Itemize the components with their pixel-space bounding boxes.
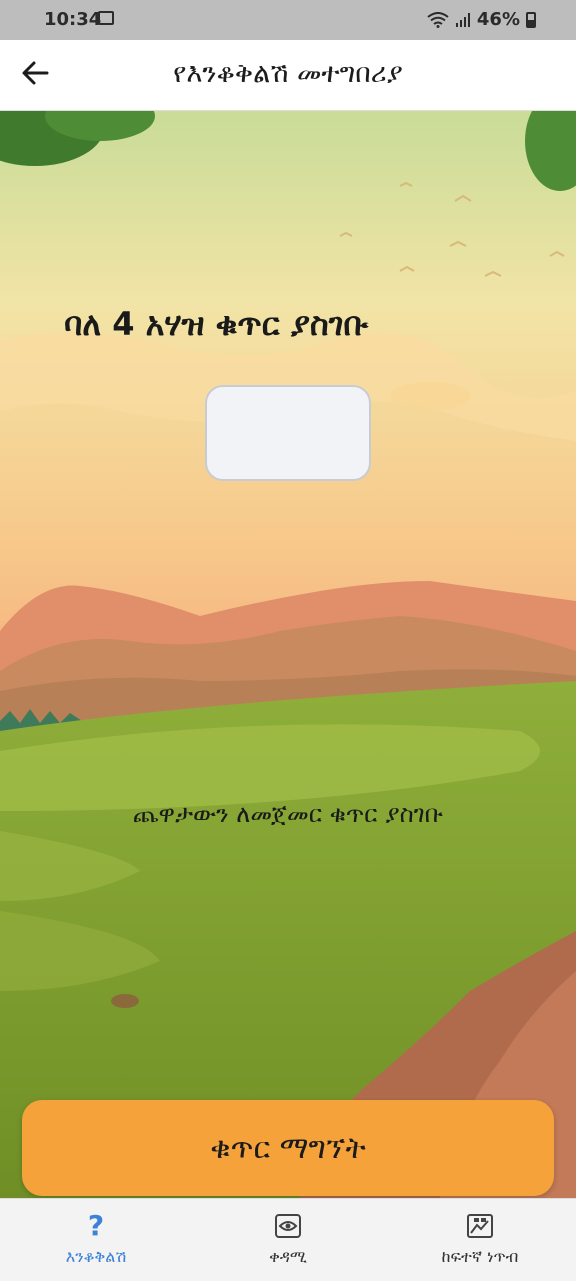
start-hint: ጨዋታውን ለመጀመር ቁጥር ያስገቡ: [132, 800, 444, 828]
bottom-nav: ? እንቆቅልሽ ቀዳሚ ከፍተኛ ነጥብ: [0, 1198, 576, 1281]
battery-percent: 46%: [476, 9, 520, 30]
app-bar: የእንቆቅልሽ መተግበሪያ: [0, 40, 576, 111]
page-title: የእንቆቅልሽ መተግበሪያ: [173, 58, 403, 89]
nav-label: እንቆቅልሽ: [65, 1247, 127, 1266]
nav-item-riddle[interactable]: ? እንቆቅልሽ: [0, 1199, 192, 1281]
status-bar: 10:34 46%: [0, 0, 576, 40]
nav-label: ከፍተኛ ነጥብ: [441, 1247, 519, 1266]
scoreboard-icon: [466, 1209, 494, 1243]
question-icon: ?: [87, 1209, 105, 1242]
nav-item-high-score[interactable]: ከፍተኛ ነጥብ: [384, 1199, 576, 1281]
back-button[interactable]: [20, 58, 60, 94]
nav-item-previous[interactable]: ቀዳሚ: [192, 1199, 384, 1281]
status-indicators: 46%: [427, 9, 536, 30]
signal-icon: [455, 12, 470, 27]
image-notification-icon: [98, 11, 114, 25]
wifi-icon: [427, 11, 449, 28]
background-scene: [0, 111, 576, 1198]
eye-icon: [274, 1209, 302, 1243]
nav-label: ቀዳሚ: [269, 1247, 307, 1266]
back-arrow-icon: [22, 61, 49, 85]
battery-icon: [526, 11, 536, 28]
status-time: 10:34: [44, 9, 102, 30]
get-number-button[interactable]: ቁጥር ማግኘት: [22, 1100, 554, 1196]
instruction-heading: ባለ 4 አሃዝ ቁጥር ያስገቡ: [64, 305, 369, 343]
landscape-illustration: [0, 111, 576, 1198]
code-input[interactable]: [205, 385, 371, 481]
